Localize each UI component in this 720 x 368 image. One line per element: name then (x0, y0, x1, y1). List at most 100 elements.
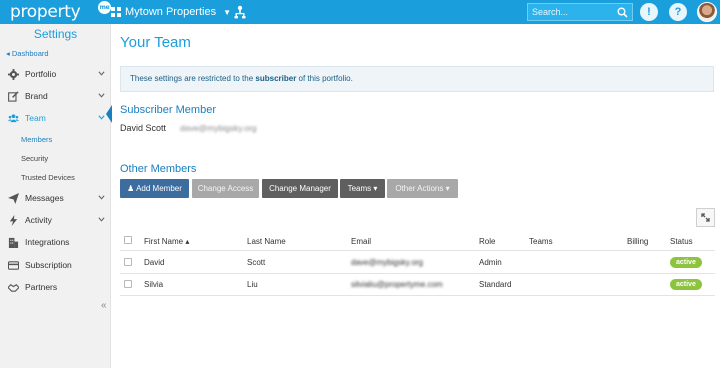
change-access-button[interactable]: Change Access (192, 179, 259, 198)
gear-icon (8, 68, 19, 80)
chevron-down-icon (98, 115, 105, 120)
edit-icon (8, 90, 19, 102)
sidebar-item-team[interactable]: Team (0, 108, 111, 128)
search-input[interactable] (528, 7, 612, 17)
status-badge: active (670, 257, 702, 268)
caret-down-icon: ▼ (223, 7, 232, 17)
cell-role: Admin (479, 258, 502, 267)
bolt-icon (9, 214, 18, 226)
credit-card-icon (8, 260, 19, 270)
user-avatar[interactable] (697, 2, 717, 22)
other-actions-dropdown-button[interactable]: Other Actions ▾ (387, 179, 458, 198)
logo-badge: me (98, 1, 111, 14)
chevron-down-icon (98, 217, 105, 222)
dashboard-link-label: Dashboard (11, 49, 49, 58)
teams-button-label: Teams (347, 184, 372, 193)
first-name-header-label: First Name (144, 237, 184, 246)
building-grid-icon (111, 7, 121, 17)
status-badge: active (670, 279, 702, 290)
table-divider (120, 250, 715, 251)
row-checkbox[interactable] (124, 258, 132, 266)
select-all-checkbox[interactable] (124, 236, 132, 244)
restriction-notice: These settings are restricted to the sub… (120, 66, 714, 92)
caret-down-icon: ▾ (371, 184, 378, 193)
user-icon: ♟ (127, 184, 137, 193)
search-icon[interactable] (617, 7, 628, 18)
sort-asc-icon: ▴ (183, 237, 190, 246)
cell-last-name: Scott (247, 258, 266, 267)
cell-last-name: Liu (247, 280, 258, 289)
portfolio-name: Mytown Properties (125, 6, 217, 18)
subscriber-heading: Subscriber Member (120, 104, 216, 116)
add-member-label: Add Member (136, 184, 182, 193)
sidebar-title: Settings (33, 27, 78, 41)
sidebar-item-partners[interactable]: Partners (0, 277, 111, 297)
column-header-billing[interactable]: Billing (627, 237, 648, 246)
cell-first-name: Silvia (144, 280, 164, 289)
sidebar-item-label: Messages (25, 193, 64, 203)
sidebar-item-integrations[interactable]: Integrations (0, 232, 111, 252)
sidebar-item-label: Partners (25, 282, 58, 292)
active-section-indicator (106, 105, 112, 123)
sidebar-item-label: Subscription (25, 260, 72, 270)
change-manager-button[interactable]: Change Manager (262, 179, 338, 198)
cell-first-name: David (144, 258, 165, 267)
top-bar: property me Mytown Properties ▼ ! ? (0, 0, 720, 24)
notice-text-post: of this portfolio. (296, 74, 353, 83)
users-icon (8, 113, 19, 122)
page-title: Your Team (120, 34, 191, 51)
caret-down-icon: ▾ (443, 184, 450, 193)
add-member-button[interactable]: ♟ Add Member (120, 179, 189, 198)
row-checkbox[interactable] (124, 280, 132, 288)
cell-email: silvialiu@propertyme.com (351, 280, 443, 289)
settings-sidebar: Settings ◂ Dashboard Portfolio Brand Tea… (0, 24, 111, 368)
search-box[interactable] (527, 3, 633, 21)
teams-dropdown-button[interactable]: Teams ▾ (340, 179, 385, 198)
cell-email: dave@mybigsky.org (351, 258, 423, 267)
portfolio-selector[interactable]: Mytown Properties ▼ (111, 4, 231, 20)
expand-icon (701, 213, 710, 222)
chevron-down-icon (98, 195, 105, 200)
collapse-sidebar-button[interactable]: « (101, 300, 107, 311)
column-header-teams[interactable]: Teams (529, 237, 553, 246)
subscriber-email: dave@mybigsky.org (180, 123, 257, 133)
sidebar-item-activity[interactable]: Activity (0, 210, 111, 230)
chevron-down-icon (98, 71, 105, 76)
sidebar-item-label: Portfolio (25, 69, 57, 79)
other-actions-label: Other Actions (395, 184, 444, 193)
sidebar-item-label: Integrations (25, 237, 70, 247)
sidebar-subitem-trusted-devices[interactable]: Trusted Devices (21, 173, 75, 182)
table-divider (120, 295, 715, 296)
paper-plane-icon (8, 192, 19, 204)
sidebar-item-label: Brand (25, 91, 48, 101)
dashboard-link[interactable]: ◂ Dashboard (6, 49, 49, 58)
chevron-down-icon (98, 93, 105, 98)
alerts-button[interactable]: ! (640, 3, 658, 21)
column-header-email[interactable]: Email (351, 237, 371, 246)
expand-table-button[interactable] (696, 208, 715, 227)
sidebar-item-brand[interactable]: Brand (0, 86, 111, 106)
subscriber-name: David Scott (120, 123, 167, 133)
handshake-icon (8, 283, 19, 292)
sidebar-item-portfolio[interactable]: Portfolio (0, 64, 111, 84)
building-icon (8, 237, 19, 248)
sidebar-item-label: Team (25, 113, 46, 123)
propertyme-logo[interactable]: property me (10, 1, 111, 22)
help-button[interactable]: ? (669, 3, 687, 21)
other-members-heading: Other Members (120, 163, 197, 175)
logo-text: property (10, 2, 81, 22)
sidebar-subitem-security[interactable]: Security (21, 154, 48, 163)
column-header-status[interactable]: Status (670, 237, 693, 246)
column-header-last-name[interactable]: Last Name (247, 237, 286, 246)
table-divider (120, 273, 715, 274)
sidebar-item-messages[interactable]: Messages (0, 188, 111, 208)
cell-role: Standard (479, 280, 512, 289)
column-header-first-name[interactable]: First Name ▴ (144, 237, 189, 246)
sidebar-item-label: Activity (25, 215, 52, 225)
column-header-role[interactable]: Role (479, 237, 495, 246)
notice-text-pre: These settings are restricted to the (130, 74, 256, 83)
sidebar-item-subscription[interactable]: Subscription (0, 255, 111, 275)
user-tree-icon[interactable] (234, 5, 246, 19)
notice-subscriber-link[interactable]: subscriber (255, 74, 296, 83)
sidebar-subitem-members[interactable]: Members (21, 135, 52, 144)
